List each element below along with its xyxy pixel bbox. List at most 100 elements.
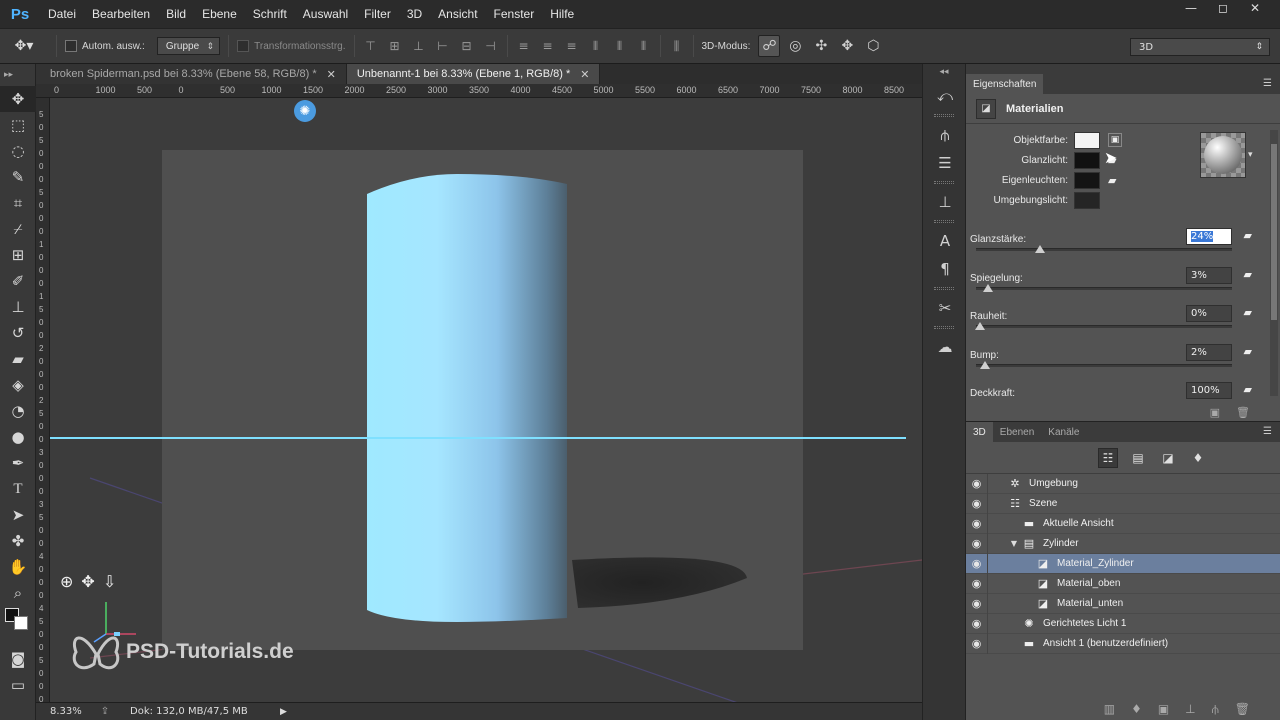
delete-icon[interactable]: 🗑 (1235, 702, 1250, 716)
align-bottom-icon[interactable]: ⊥ (411, 38, 427, 54)
transform-controls-checkbox[interactable] (237, 40, 250, 52)
brush-panel-icon[interactable]: ⫛ (923, 121, 967, 149)
distribute-left-icon[interactable]: ⦀ (588, 38, 604, 54)
new-object-icon[interactable]: ▣ (1158, 702, 1169, 716)
tab-unbenannt-1[interactable]: Unbenannt-1 bei 8.33% (Ebene 1, RGB/8) *… (346, 64, 601, 84)
tree-item[interactable]: ◉ ◪ Material_unten (966, 593, 1280, 614)
tree-item[interactable]: ◉ ✲ Umgebung (966, 473, 1280, 494)
tree-item[interactable]: ◉ ▬ Aktuelle Ansicht (966, 513, 1280, 534)
menu-item[interactable]: Filter (356, 7, 399, 21)
slider-value-field[interactable]: 100% (1186, 382, 1232, 399)
scrollbar-thumb[interactable] (1271, 144, 1277, 320)
scale-3d-icon[interactable]: ⬡ (862, 35, 884, 57)
brush-tool-icon[interactable]: ✐ (0, 268, 36, 294)
panel-collapse-icon[interactable]: ▸▸ (0, 64, 35, 86)
menu-item[interactable]: Bild (158, 7, 194, 21)
auto-select-checkbox[interactable] (65, 40, 77, 52)
status-menu-arrow-icon[interactable]: ▶ (280, 707, 287, 717)
menu-item[interactable]: Bearbeiten (84, 7, 158, 21)
distribute-top-icon[interactable]: ≡ (516, 38, 532, 54)
slider-track[interactable] (976, 245, 1232, 253)
tab-broken-spiderman[interactable]: broken Spiderman.psd bei 8.33% (Ebene 58… (36, 64, 347, 84)
align-right-icon[interactable]: ⊣ (483, 38, 499, 54)
align-hcenter-icon[interactable]: ⊟ (459, 38, 475, 54)
horizon-guide[interactable] (50, 437, 906, 439)
slider-thumb[interactable] (982, 283, 993, 292)
slider-thumb[interactable] (980, 360, 990, 369)
visibility-eye-icon[interactable]: ◉ (966, 633, 988, 654)
slider-value-field[interactable]: 2% (1186, 343, 1232, 361)
folder-icon[interactable]: ▰ (1244, 306, 1252, 319)
materials-filter-icon[interactable]: ◪ (1158, 448, 1178, 468)
material-picker-arrow-icon[interactable]: ▾ (1248, 150, 1253, 160)
tab-properties[interactable]: Eigenschaften (966, 74, 1044, 94)
menu-item[interactable]: 3D (399, 7, 430, 21)
pan-3d-icon[interactable]: ✣ (810, 35, 832, 57)
path-selection-tool-icon[interactable]: ➤ (0, 502, 36, 528)
menu-item[interactable]: Auswahl (295, 7, 356, 21)
distribute-hcenter-icon[interactable]: ⦀ (612, 38, 628, 54)
restore-button[interactable]: ◻ (1210, 0, 1236, 16)
panel-menu-icon[interactable]: ☰ (1263, 426, 1272, 437)
history-panel-icon[interactable]: ⤺ (923, 82, 967, 110)
brush-presets-icon[interactable]: ☰ (923, 149, 967, 177)
crop-tool-icon[interactable]: ⌗ (0, 190, 36, 216)
minimize-button[interactable]: — (1178, 0, 1204, 16)
split-icon[interactable]: ⫛ (1212, 702, 1219, 717)
tree-item[interactable]: ◉ ☷ Szene (966, 493, 1280, 514)
move-tool-preset-icon[interactable]: ✥▾ (0, 38, 48, 54)
screen-mode-icon[interactable]: ▭ (0, 672, 36, 698)
workspace-dropdown[interactable]: 3D (1130, 38, 1270, 56)
close-button[interactable]: ✕ (1242, 0, 1268, 16)
ambient-color-swatch[interactable] (1074, 191, 1100, 209)
zoom-level[interactable]: 8.33% (36, 706, 82, 717)
auto-select-dropdown[interactable]: Gruppe (156, 37, 221, 55)
clone-stamp-tool-icon[interactable]: ⊥ (0, 294, 36, 320)
menu-item[interactable]: Hilfe (542, 7, 582, 21)
align-top-icon[interactable]: ⊤ (363, 38, 379, 54)
quick-mask-icon[interactable]: ◙ (0, 646, 36, 672)
properties-scrollbar[interactable] (1270, 130, 1278, 396)
add-light-icon[interactable]: ♦ (1131, 702, 1142, 716)
slider-track[interactable] (976, 360, 1232, 369)
visibility-eye-icon[interactable]: ◉ (966, 593, 988, 614)
slider-value-field[interactable]: 0% (1186, 305, 1232, 322)
share-icon[interactable]: ⇪ (80, 706, 130, 717)
specular-color-swatch[interactable] (1074, 151, 1100, 169)
light-widget-icon[interactable]: ✺ (294, 100, 316, 122)
hand-tool-icon[interactable]: ✋ (0, 554, 36, 580)
paint-bucket-tool-icon[interactable]: ◈ (0, 372, 36, 398)
zoom-tool-icon[interactable]: ⌕ (0, 580, 36, 606)
tree-item[interactable]: ◉ ▬ Ansicht 1 (benutzerdefiniert) (966, 633, 1280, 654)
quick-select-tool-icon[interactable]: ✎ (0, 164, 36, 190)
slider-track[interactable] (976, 283, 1232, 292)
visibility-eye-icon[interactable]: ◉ (966, 513, 988, 534)
tree-item[interactable]: ◉ ◪ Material_Zylinder (966, 553, 1280, 574)
type-tool-icon[interactable]: T (0, 476, 36, 502)
tab-kanaele[interactable]: Kanäle (1041, 422, 1087, 442)
folder-icon[interactable]: ▰ (1244, 383, 1252, 396)
align-vcenter-icon[interactable]: ⊞ (387, 38, 403, 54)
creative-cloud-icon[interactable]: ☁ (923, 333, 967, 361)
meshes-filter-icon[interactable]: ▤ (1128, 448, 1148, 468)
folder-icon[interactable]: ▰ (1244, 229, 1252, 242)
visibility-eye-icon[interactable]: ◉ (966, 613, 988, 634)
slider-thumb[interactable] (975, 322, 985, 330)
panel-menu-icon[interactable]: ☰ (1263, 78, 1272, 89)
distribute-vcenter-icon[interactable]: ≡ (540, 38, 556, 54)
visibility-eye-icon[interactable]: ◉ (966, 553, 988, 574)
visibility-eye-icon[interactable]: ◉ (966, 473, 988, 494)
render-icon[interactable]: ▥ (1104, 702, 1115, 716)
eraser-tool-icon[interactable]: ▰ (0, 346, 36, 372)
paragraph-panel-icon[interactable]: ¶ (923, 255, 967, 283)
folder-icon[interactable]: ▰ (1108, 174, 1122, 187)
material-preview[interactable] (1200, 132, 1246, 178)
menu-item[interactable]: Ebene (194, 7, 245, 21)
object-color-swatch[interactable] (1074, 131, 1100, 149)
auto-align-icon[interactable]: ⫼ (669, 38, 685, 54)
close-tab-icon[interactable]: ✕ (327, 68, 336, 81)
distribute-right-icon[interactable]: ⦀ (636, 38, 652, 54)
history-brush-tool-icon[interactable]: ↺ (0, 320, 36, 346)
eyedropper-tool-icon[interactable]: ⌿ (0, 216, 36, 242)
align-left-icon[interactable]: ⊢ (435, 38, 451, 54)
